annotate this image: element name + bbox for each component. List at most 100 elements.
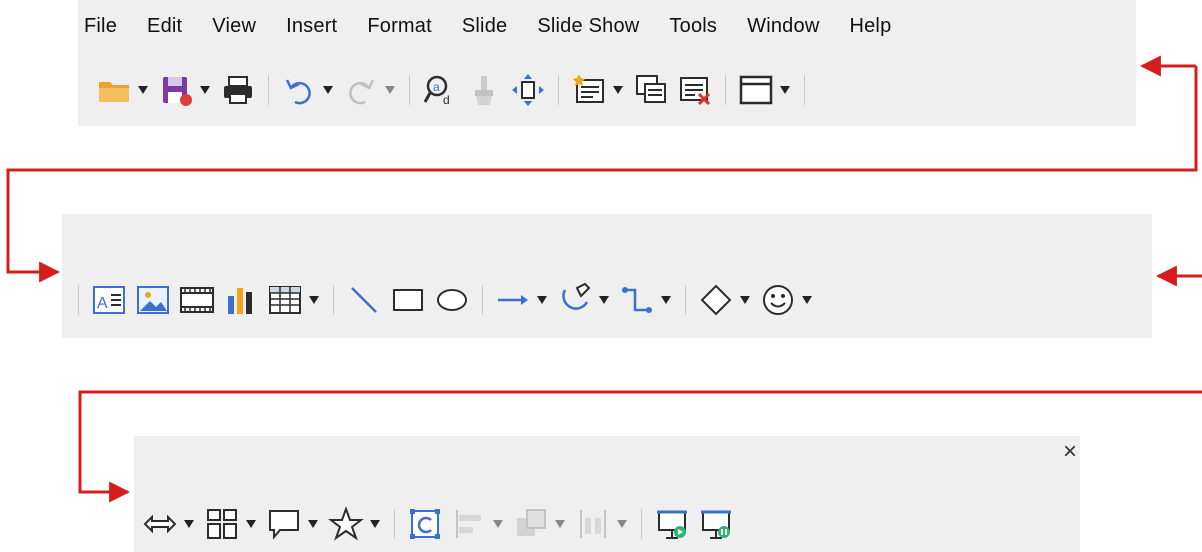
curve-dropdown-button[interactable]	[597, 278, 611, 322]
curve-icon	[562, 282, 591, 310]
arrange-icon	[517, 509, 546, 536]
stars-button[interactable]	[324, 502, 368, 546]
rectangle-button[interactable]	[386, 278, 430, 322]
dropdown-arrow-icon	[184, 520, 194, 528]
dropdown-arrow-icon	[493, 520, 503, 528]
duplicate-slide-icon	[636, 75, 666, 103]
toolbar-separator	[804, 75, 805, 105]
flowchart-dropdown-button[interactable]	[244, 502, 258, 546]
dropdown-arrow-icon	[385, 86, 395, 94]
print-button[interactable]	[216, 68, 260, 112]
new-slide-button[interactable]	[567, 68, 611, 112]
arrange-dropdown-button[interactable]	[553, 502, 567, 546]
menu-view[interactable]: View	[212, 15, 256, 38]
align-button[interactable]	[447, 502, 491, 546]
rectangle-icon	[393, 289, 423, 311]
block-arrows-dropdown-button[interactable]	[182, 502, 196, 546]
print-icon	[224, 76, 252, 104]
svg-text:d: d	[443, 93, 450, 107]
distribute-dropdown-button[interactable]	[615, 502, 629, 546]
menu-tools[interactable]: Tools	[669, 15, 717, 38]
open-folder-dropdown-button[interactable]	[136, 68, 150, 112]
block-arrows-icon	[143, 514, 177, 534]
connector-dropdown-button[interactable]	[659, 278, 673, 322]
chart-button[interactable]	[219, 278, 263, 322]
menu-format[interactable]: Format	[367, 15, 432, 38]
open-folder-button[interactable]	[92, 68, 136, 112]
table-icon	[269, 286, 301, 314]
basic-shapes-dropdown-button[interactable]	[738, 278, 752, 322]
undo-button[interactable]	[277, 68, 321, 112]
save-dropdown-button[interactable]	[198, 68, 212, 112]
find-replace-button[interactable]: ad	[418, 68, 462, 112]
start-from-current-icon	[701, 510, 731, 539]
arrow-line-dropdown-button[interactable]	[535, 278, 549, 322]
redo-dropdown-button[interactable]	[383, 68, 397, 112]
toolbar-separator	[409, 75, 410, 105]
duplicate-slide-button[interactable]	[629, 68, 673, 112]
delete-slide-button[interactable]	[673, 68, 717, 112]
media-button[interactable]	[175, 278, 219, 322]
save-button[interactable]	[154, 68, 198, 112]
distribute-button[interactable]	[571, 502, 615, 546]
new-slide-dropdown-button[interactable]	[611, 68, 625, 112]
slide-layout-button[interactable]	[734, 68, 778, 112]
text-box-button[interactable]: A	[87, 278, 131, 322]
align-dropdown-button[interactable]	[491, 502, 505, 546]
toolbar-separator	[78, 285, 79, 315]
table-button[interactable]	[263, 278, 307, 322]
block-arrows-button[interactable]	[138, 502, 182, 546]
redo-button[interactable]	[339, 68, 383, 112]
rotate-button[interactable]	[403, 502, 447, 546]
undo-dropdown-button[interactable]	[321, 68, 335, 112]
menu-bar: File Edit View Insert Format Slide Slide…	[78, 0, 921, 52]
chart-icon	[228, 288, 252, 314]
image-button[interactable]	[131, 278, 175, 322]
menu-window[interactable]: Window	[747, 15, 819, 38]
stars-dropdown-button[interactable]	[368, 502, 382, 546]
table-dropdown-button[interactable]	[307, 278, 321, 322]
find-replace-icon: ad	[423, 75, 450, 107]
menu-help[interactable]: Help	[849, 15, 891, 38]
symbol-shapes-button[interactable]	[756, 278, 800, 322]
callout-button[interactable]	[262, 502, 306, 546]
curve-button[interactable]	[553, 278, 597, 322]
menu-slide[interactable]: Slide	[462, 15, 507, 38]
menu-edit[interactable]: Edit	[147, 15, 182, 38]
arrange-button[interactable]	[509, 502, 553, 546]
slide-layout-dropdown-button[interactable]	[778, 68, 792, 112]
connector-button[interactable]	[615, 278, 659, 322]
symbol-shapes-icon	[763, 285, 793, 315]
dropdown-arrow-icon	[599, 296, 609, 304]
line-button[interactable]	[342, 278, 386, 322]
arrow-line-button[interactable]	[491, 278, 535, 322]
basic-shapes-button[interactable]	[694, 278, 738, 322]
navigate-button[interactable]	[506, 68, 550, 112]
callout-dropdown-button[interactable]	[306, 502, 320, 546]
menu-insert[interactable]: Insert	[286, 15, 337, 38]
svg-text:a: a	[433, 80, 440, 94]
dropdown-arrow-icon	[740, 296, 750, 304]
start-from-first-button[interactable]	[650, 502, 694, 546]
toolbar-separator	[641, 509, 642, 539]
toolbar-separator	[394, 509, 395, 539]
close-button[interactable]: ×	[1058, 440, 1082, 464]
symbol-shapes-dropdown-button[interactable]	[800, 278, 814, 322]
dropdown-arrow-icon	[246, 520, 256, 528]
flowchart-button[interactable]	[200, 502, 244, 546]
new-slide-icon	[573, 74, 604, 103]
dropdown-arrow-icon	[370, 520, 380, 528]
slide-layout-icon	[739, 75, 773, 105]
menu-slide-show[interactable]: Slide Show	[537, 15, 639, 38]
save-icon	[163, 77, 192, 106]
dropdown-arrow-icon	[537, 296, 547, 304]
clone-formatting-button[interactable]	[462, 68, 506, 112]
ellipse-icon	[437, 289, 467, 311]
rotate-icon	[410, 509, 440, 539]
line-icon	[351, 287, 377, 313]
image-icon	[137, 286, 169, 314]
ellipse-button[interactable]	[430, 278, 474, 322]
menu-file[interactable]: File	[84, 15, 117, 38]
open-folder-icon	[99, 82, 129, 102]
start-from-current-button[interactable]	[694, 502, 738, 546]
